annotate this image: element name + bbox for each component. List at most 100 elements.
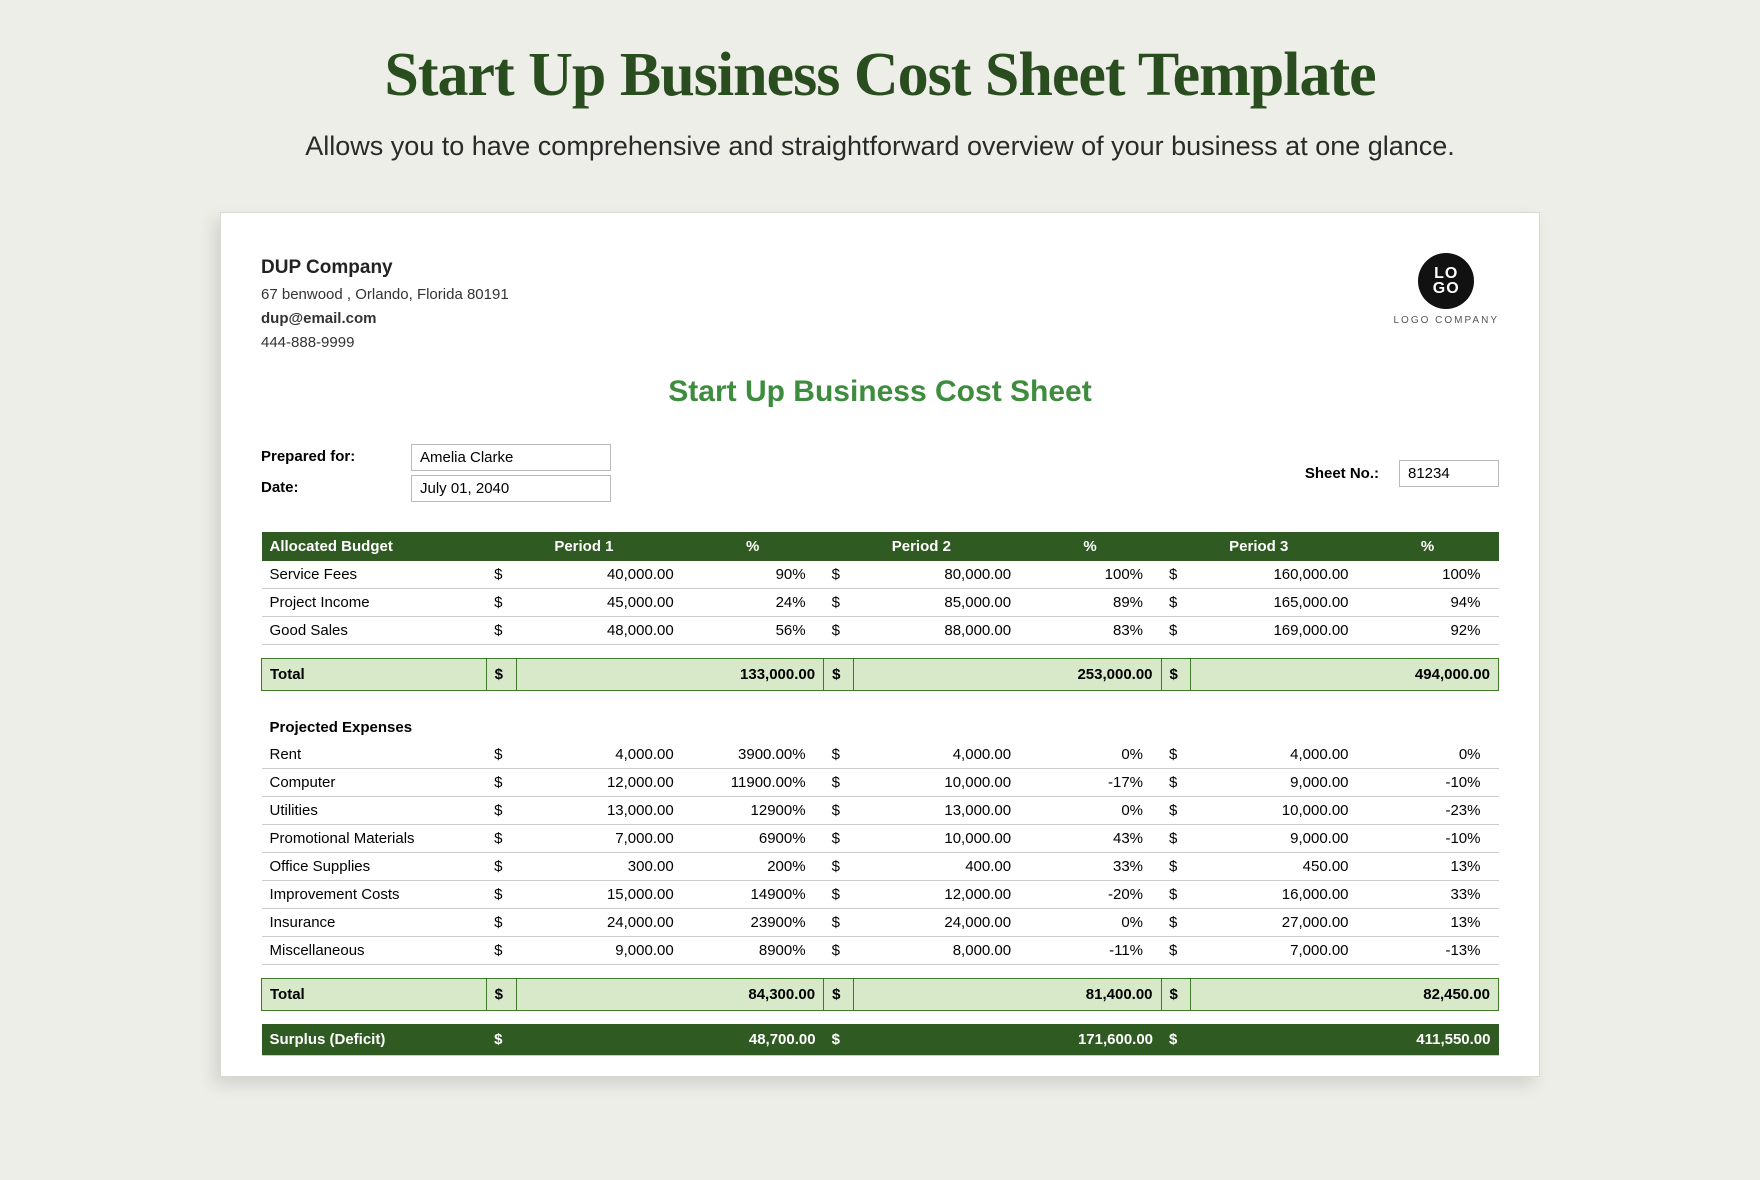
currency-symbol: $	[824, 617, 854, 645]
pct-p3: 100%	[1357, 561, 1499, 589]
row-label: Utilities	[262, 796, 487, 824]
expense-total-p3: 82,450.00	[1191, 978, 1499, 1010]
pct-p1: 90%	[682, 561, 824, 589]
value-p2: 80,000.00	[854, 561, 1020, 589]
surplus-label: Surplus (Deficit)	[262, 1024, 487, 1056]
sheet-no-label: Sheet No.:	[1305, 461, 1379, 486]
sheet-no-field[interactable]: 81234	[1399, 460, 1499, 487]
value-p3: 160,000.00	[1191, 561, 1357, 589]
value-p3: 9,000.00	[1191, 824, 1357, 852]
pct-p1: 8900%	[682, 936, 824, 964]
currency-symbol: $	[824, 936, 854, 964]
currency-symbol: $	[824, 796, 854, 824]
pct-p3: 0%	[1357, 741, 1499, 769]
row-label: Promotional Materials	[262, 824, 487, 852]
value-p3: 10,000.00	[1191, 796, 1357, 824]
pct-p1: 14900%	[682, 880, 824, 908]
budget-row: Good Sales$48,000.0056%$88,000.0083%$169…	[262, 617, 1499, 645]
budget-row: Service Fees$40,000.0090%$80,000.00100%$…	[262, 561, 1499, 589]
expense-row: Utilities$13,000.0012900%$13,000.000%$10…	[262, 796, 1499, 824]
value-p3: 169,000.00	[1191, 617, 1357, 645]
currency-symbol: $	[486, 741, 516, 769]
currency-symbol: $	[486, 617, 516, 645]
currency-symbol: $	[1161, 561, 1191, 589]
surplus-p3: 411,550.00	[1191, 1024, 1499, 1056]
pct-p2: -17%	[1019, 768, 1161, 796]
pct-p3: -13%	[1357, 936, 1499, 964]
pct-p1: 23900%	[682, 908, 824, 936]
value-p2: 10,000.00	[854, 824, 1020, 852]
prepared-for-label: Prepared for:	[261, 444, 411, 471]
budget-total-p2: 253,000.00	[854, 659, 1161, 691]
currency-symbol: $	[824, 880, 854, 908]
budget-header: Allocated Budget Period 1 % Period 2 % P…	[262, 532, 1499, 561]
budget-table: Allocated Budget Period 1 % Period 2 % P…	[261, 532, 1499, 1056]
row-label: Insurance	[262, 908, 487, 936]
currency-symbol: $	[486, 908, 516, 936]
currency-symbol: $	[486, 852, 516, 880]
pct-p2: 0%	[1019, 796, 1161, 824]
currency-symbol: $	[486, 659, 516, 691]
value-p2: 4,000.00	[854, 741, 1020, 769]
value-p3: 450.00	[1191, 852, 1357, 880]
value-p3: 27,000.00	[1191, 908, 1357, 936]
row-label: Computer	[262, 768, 487, 796]
currency-symbol: $	[824, 561, 854, 589]
company-block: DUP Company 67 benwood , Orlando, Florid…	[261, 253, 509, 355]
pct-p2: -11%	[1019, 936, 1161, 964]
expense-total-p2: 81,400.00	[854, 978, 1161, 1010]
value-p3: 9,000.00	[1191, 768, 1357, 796]
expense-row: Miscellaneous$9,000.008900%$8,000.00-11%…	[262, 936, 1499, 964]
currency-symbol: $	[1161, 978, 1191, 1010]
currency-symbol: $	[1161, 852, 1191, 880]
value-p1: 13,000.00	[516, 796, 682, 824]
col-allocated: Allocated Budget	[262, 532, 487, 561]
currency-symbol: $	[486, 824, 516, 852]
row-label: Rent	[262, 741, 487, 769]
currency-symbol: $	[1161, 768, 1191, 796]
currency-symbol: $	[824, 978, 854, 1010]
page-subtitle: Allows you to have comprehensive and str…	[0, 131, 1760, 162]
currency-symbol: $	[824, 741, 854, 769]
currency-symbol: $	[486, 589, 516, 617]
pct-p2: 43%	[1019, 824, 1161, 852]
expense-row: Improvement Costs$15,000.0014900%$12,000…	[262, 880, 1499, 908]
value-p3: 16,000.00	[1191, 880, 1357, 908]
pct-p2: -20%	[1019, 880, 1161, 908]
pct-p3: -10%	[1357, 824, 1499, 852]
row-label: Service Fees	[262, 561, 487, 589]
currency-symbol: $	[486, 561, 516, 589]
pct-p2: 83%	[1019, 617, 1161, 645]
prepared-for-field[interactable]: Amelia Clarke	[411, 444, 611, 471]
surplus-p1: 48,700.00	[516, 1024, 823, 1056]
expense-total-row: Total $ 84,300.00 $ 81,400.00 $ 82,450.0…	[262, 978, 1499, 1010]
company-phone: 444-888-9999	[261, 331, 509, 355]
budget-row: Project Income$45,000.0024%$85,000.0089%…	[262, 589, 1499, 617]
budget-total-p1: 133,000.00	[516, 659, 823, 691]
value-p1: 300.00	[516, 852, 682, 880]
col-period-1: Period 1	[486, 532, 682, 561]
pct-p1: 6900%	[682, 824, 824, 852]
sheet-title: Start Up Business Cost Sheet	[261, 375, 1499, 409]
expense-total-p1: 84,300.00	[516, 978, 823, 1010]
row-label: Improvement Costs	[262, 880, 487, 908]
currency-symbol: $	[1161, 880, 1191, 908]
row-label: Miscellaneous	[262, 936, 487, 964]
row-label: Office Supplies	[262, 852, 487, 880]
date-field[interactable]: July 01, 2040	[411, 475, 611, 502]
value-p1: 12,000.00	[516, 768, 682, 796]
value-p2: 85,000.00	[854, 589, 1020, 617]
logo-line2: GO	[1433, 281, 1460, 296]
logo-caption: LOGO COMPANY	[1394, 315, 1500, 326]
currency-symbol: $	[1161, 1024, 1191, 1056]
date-label: Date:	[261, 475, 411, 502]
value-p1: 24,000.00	[516, 908, 682, 936]
expense-row: Insurance$24,000.0023900%$24,000.000%$27…	[262, 908, 1499, 936]
pct-p2: 0%	[1019, 908, 1161, 936]
projected-expenses-heading: Projected Expenses	[262, 705, 1499, 741]
value-p2: 24,000.00	[854, 908, 1020, 936]
currency-symbol: $	[1161, 589, 1191, 617]
currency-symbol: $	[486, 768, 516, 796]
pct-p3: 92%	[1357, 617, 1499, 645]
company-name: DUP Company	[261, 253, 509, 283]
